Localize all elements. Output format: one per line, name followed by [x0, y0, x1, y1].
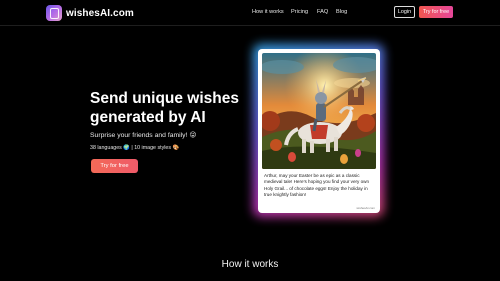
- nav-link-faq[interactable]: FAQ: [317, 9, 328, 15]
- knight-on-horse-illustration: [262, 53, 376, 169]
- brand[interactable]: wishesAI.com: [46, 5, 134, 21]
- try-for-free-nav-button[interactable]: Try for free: [419, 6, 453, 18]
- top-nav: wishesAI.com How it works Pricing FAQ Bl…: [0, 0, 500, 26]
- brand-name: wishesAI.com: [66, 7, 134, 19]
- nav-link-blog[interactable]: Blog: [336, 9, 347, 15]
- logo-icon: [46, 5, 62, 21]
- hero-title: Send unique wishes generated by AI: [90, 90, 239, 126]
- nav-link-how-it-works[interactable]: How it works: [252, 9, 284, 15]
- try-for-free-hero-button[interactable]: Try for free: [91, 159, 138, 173]
- hero-subtitle: Surprise your friends and family! 😜: [90, 132, 197, 139]
- login-button[interactable]: Login: [394, 6, 415, 18]
- wish-message: Arthur, may your Easter be as epic as a …: [264, 173, 370, 198]
- wish-card: Arthur, may your Easter be as epic as a …: [258, 49, 380, 213]
- how-it-works-heading: How it works: [221, 259, 279, 270]
- hero-meta: 38 languages 🌍 | 10 image styles 🎨: [90, 145, 180, 151]
- nav-link-pricing[interactable]: Pricing: [291, 9, 308, 15]
- card-watermark: wishesAI.com: [356, 206, 375, 210]
